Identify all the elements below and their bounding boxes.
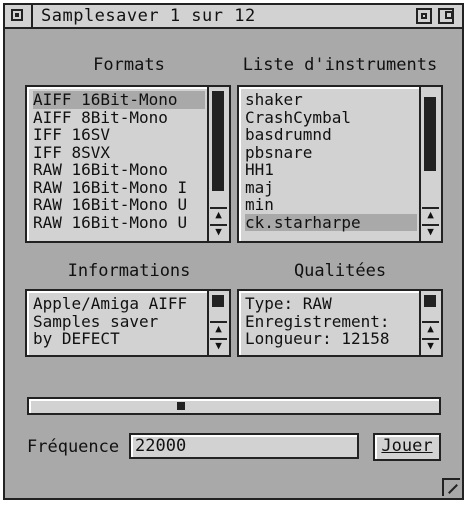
list-item[interactable]: shaker bbox=[245, 91, 413, 109]
list-item[interactable]: CrashCymbal bbox=[245, 108, 413, 127]
quality-line: Enregistrement: bbox=[245, 311, 390, 331]
resize-icon[interactable] bbox=[442, 478, 460, 496]
list-item[interactable]: basdrumnd bbox=[245, 126, 413, 144]
formats-list[interactable]: AIFF 16Bit-Mono AIFF 8Bit-Mono IFF 16SV IFF… bbox=[25, 85, 231, 243]
list-item[interactable]: pbsnare bbox=[245, 143, 413, 162]
info-line: Apple/Amiga AIFF bbox=[33, 294, 188, 313]
list-item[interactable]: HH1 bbox=[245, 161, 413, 179]
close-icon[interactable] bbox=[11, 9, 23, 21]
informations-box: Apple/Amiga AIFF Samples saver by DEFECT ▲… bbox=[25, 289, 231, 357]
scroll-down-icon[interactable]: ▼ bbox=[210, 224, 227, 241]
position-slider[interactable] bbox=[27, 397, 441, 415]
qualites-scrollbar[interactable]: ▲ ▼ bbox=[419, 291, 441, 355]
instruments-label: Liste d'instruments bbox=[242, 55, 438, 75]
title-bar[interactable]: Samplesaver 1 sur 12 bbox=[5, 5, 462, 29]
list-item[interactable]: RAW 16Bit-Mono I bbox=[33, 178, 201, 197]
backdrop-icon[interactable] bbox=[438, 8, 454, 24]
quality-line: Longueur: 12158 bbox=[245, 329, 390, 348]
scroll-up-icon[interactable]: ▲ bbox=[422, 321, 439, 338]
list-item[interactable]: RAW 16Bit-Mono bbox=[33, 161, 201, 179]
info-line: by DEFECT bbox=[33, 329, 120, 348]
list-item[interactable]: RAW 16Bit-Mono U bbox=[33, 213, 201, 232]
frequency-label: Fréquence bbox=[27, 437, 120, 457]
quality-line: Type: RAW bbox=[245, 294, 332, 313]
qualites-scroll-thumb[interactable] bbox=[424, 295, 436, 307]
list-item[interactable]: IFF 8SVX bbox=[33, 143, 201, 162]
slider-knob[interactable] bbox=[177, 402, 185, 410]
informations-scroll-thumb[interactable] bbox=[212, 295, 224, 307]
formats-label: Formats bbox=[93, 55, 165, 75]
scroll-up-icon[interactable]: ▲ bbox=[422, 207, 439, 224]
list-item[interactable]: AIFF 8Bit-Mono bbox=[33, 108, 201, 127]
list-item[interactable]: IFF 16SV bbox=[33, 126, 201, 144]
samplesaver-window: Samplesaver 1 sur 12 Formats AIFF 16Bit-… bbox=[3, 3, 464, 500]
list-item[interactable]: min bbox=[245, 196, 413, 214]
instruments-scrollbar[interactable]: ▲ ▼ bbox=[419, 87, 441, 241]
title-separator bbox=[31, 5, 33, 27]
list-item[interactable]: maj bbox=[245, 178, 413, 197]
scroll-up-icon[interactable]: ▲ bbox=[210, 321, 227, 338]
instruments-list[interactable]: shaker CrashCymbal basdrumnd pbsnare HH1 maj m… bbox=[237, 85, 443, 243]
informations-scrollbar[interactable]: ▲ ▼ bbox=[207, 291, 229, 355]
window-title: Samplesaver 1 sur 12 bbox=[41, 6, 256, 26]
scroll-down-icon[interactable]: ▼ bbox=[210, 338, 227, 355]
iconify-icon[interactable] bbox=[416, 8, 432, 24]
list-item[interactable]: ck.starharpe bbox=[245, 213, 417, 231]
scroll-down-icon[interactable]: ▼ bbox=[422, 224, 439, 241]
play-button[interactable]: Jouer bbox=[373, 433, 441, 461]
qualites-label: Qualitées bbox=[293, 261, 387, 281]
play-button-label: Jouer bbox=[381, 436, 433, 456]
frequency-input[interactable] bbox=[129, 433, 359, 459]
formats-scroll-thumb[interactable] bbox=[212, 91, 224, 191]
formats-scrollbar[interactable]: ▲ ▼ bbox=[207, 87, 229, 241]
info-line: Samples saver bbox=[33, 311, 159, 331]
instruments-scroll-thumb[interactable] bbox=[424, 97, 436, 171]
scroll-up-icon[interactable]: ▲ bbox=[210, 207, 227, 224]
qualites-box: Type: RAW Enregistrement: Longueur: 12158 … bbox=[237, 289, 443, 357]
list-item[interactable]: AIFF 16Bit-Mono bbox=[33, 91, 205, 109]
informations-label: Informations bbox=[67, 261, 191, 281]
list-item[interactable]: RAW 16Bit-Mono U bbox=[33, 196, 201, 214]
scroll-down-icon[interactable]: ▼ bbox=[422, 338, 439, 355]
